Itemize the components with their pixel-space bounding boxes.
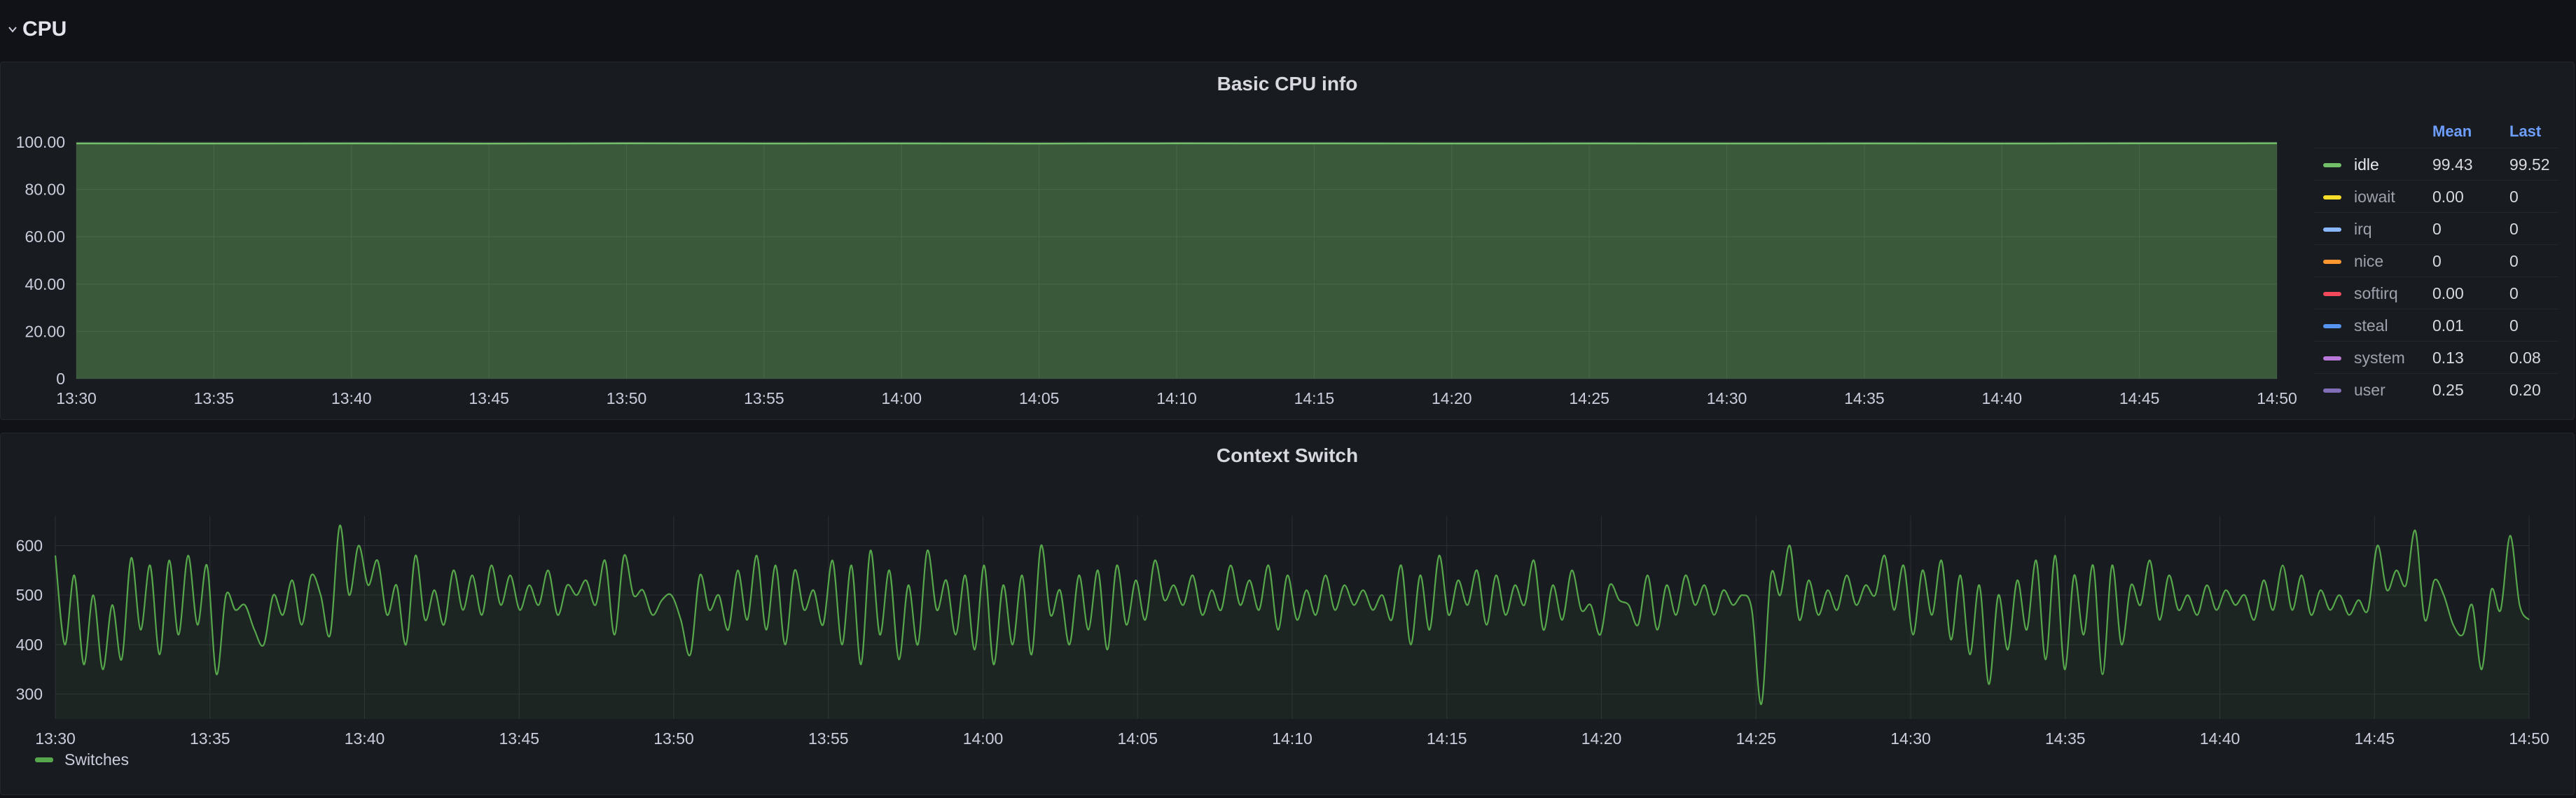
legend-series-name: irq <box>2354 220 2372 238</box>
x-tick-label: 14:30 <box>1890 729 1931 748</box>
x-tick-label: 13:30 <box>35 729 76 748</box>
legend-mean-value: 0.00 <box>2432 284 2464 302</box>
x-tick-label: 13:45 <box>499 729 539 748</box>
legend-row-softirq[interactable]: softirq 0.00 0 <box>2313 276 2558 309</box>
x-tick-label: 14:50 <box>2257 389 2297 407</box>
y-tick-label: 0 <box>56 370 65 388</box>
y-tick-label: 300 <box>16 685 43 704</box>
x-tick-label: 14:40 <box>2200 729 2241 748</box>
legend-label: Switches <box>64 750 130 769</box>
legend-mean-value: 0 <box>2432 252 2442 270</box>
legend-series-name: system <box>2354 349 2405 367</box>
legend-swatch <box>2323 356 2341 360</box>
legend-row-system[interactable]: system 0.13 0.08 <box>2313 341 2558 374</box>
legend-row-steal[interactable]: steal 0.01 0 <box>2313 309 2558 342</box>
legend-row-nice[interactable]: nice 0 0 <box>2313 244 2558 277</box>
x-tick-label: 13:45 <box>469 389 509 407</box>
panel-context-switch: Context Switch 300 400 500 600 13:30 13:35 13:… <box>0 433 2575 795</box>
legend-series-name: iowait <box>2354 188 2395 206</box>
y-tick-label: 600 <box>16 536 43 554</box>
panel-basic-cpu-info: Basic CPU info 0 20.00 40.00 60.00 80.00 100.… <box>0 62 2575 420</box>
legend-last-value: 0.08 <box>2509 349 2541 367</box>
legend-last-value: 0.20 <box>2509 381 2541 399</box>
x-tick-label: 13:50 <box>607 389 647 407</box>
legend-series-name: user <box>2354 381 2385 399</box>
x-tick-label: 14:45 <box>2119 389 2160 407</box>
x-tick-label: 14:35 <box>1844 389 1885 407</box>
legend-mean-value: 0.25 <box>2432 381 2464 399</box>
x-tick-label: 13:55 <box>744 389 784 407</box>
x-tick-label: 13:55 <box>808 729 849 748</box>
x-tick-label: 14:35 <box>2045 729 2086 748</box>
y-tick-label: 400 <box>16 636 43 654</box>
x-tick-label: 13:35 <box>194 389 235 407</box>
x-tick-label: 14:45 <box>2354 729 2395 748</box>
x-tick-label: 13:35 <box>190 729 230 748</box>
legend-swatch <box>2323 195 2341 200</box>
legend-header-last[interactable]: Last <box>2509 122 2541 141</box>
x-tick-label: 14:25 <box>1736 729 1776 748</box>
legend-series-name: nice <box>2354 252 2384 270</box>
y-tick-label: 60.00 <box>25 227 65 246</box>
context-switch-line-chart: 300 400 500 600 13:30 13:35 13:40 13:45 13:50 13:… <box>16 516 2549 748</box>
legend-mean-value: 0.00 <box>2432 188 2464 206</box>
legend-swatch <box>2323 388 2341 393</box>
x-tick-label: 13:30 <box>56 389 97 407</box>
legend-swatch <box>2323 324 2341 328</box>
x-tick-label: 14:30 <box>1707 389 1747 407</box>
legend-swatch <box>2323 260 2341 264</box>
y-tick-label: 500 <box>16 586 43 604</box>
y-tick-label: 40.00 <box>25 275 65 293</box>
legend-last-value: 0 <box>2509 220 2519 238</box>
legend-item-switches[interactable]: Switches <box>35 750 129 769</box>
legend-swatch <box>2323 163 2341 167</box>
legend-row-iowait[interactable]: iowait 0.00 0 <box>2313 180 2558 213</box>
y-tick-label: 100.00 <box>16 133 65 151</box>
legend-mean-value: 0.13 <box>2432 349 2464 367</box>
legend-last-value: 0 <box>2509 188 2519 206</box>
x-tick-label: 14:00 <box>881 389 922 407</box>
legend-swatch <box>2323 292 2341 296</box>
x-tick-label: 14:15 <box>1294 389 1335 407</box>
x-tick-label: 14:10 <box>1272 729 1313 748</box>
legend-last-value: 99.52 <box>2509 155 2550 174</box>
legend-mean-value: 99.43 <box>2432 155 2473 174</box>
chevron-down-icon[interactable] <box>6 22 20 36</box>
legend-last-value: 0 <box>2509 316 2519 335</box>
legend-mean-value: 0 <box>2432 220 2442 238</box>
legend-row-user[interactable]: user 0.25 0.20 <box>2313 373 2558 406</box>
row-title: CPU <box>22 18 67 41</box>
legend-last-value: 0 <box>2509 284 2519 302</box>
y-tick-label: 80.00 <box>25 181 65 199</box>
legend-row-idle[interactable]: idle 99.43 99.52 <box>2313 148 2558 181</box>
row-header-cpu[interactable]: CPU <box>0 0 2576 59</box>
x-tick-label: 14:50 <box>2509 729 2549 748</box>
legend-last-value: 0 <box>2509 252 2519 270</box>
x-tick-label: 14:10 <box>1156 389 1197 407</box>
cpu-area-chart: 0 20.00 40.00 60.00 80.00 100.00 13:30 13:35 13:… <box>16 133 2297 407</box>
legend-swatch <box>2323 227 2341 232</box>
x-tick-label: 14:15 <box>1427 729 1467 748</box>
x-tick-label: 14:20 <box>1432 389 1472 407</box>
x-tick-label: 14:25 <box>1569 389 1609 407</box>
x-tick-label: 14:20 <box>1581 729 1622 748</box>
legend-series-name: softirq <box>2354 284 2398 302</box>
x-tick-label: 14:05 <box>1019 389 1060 407</box>
legend-series-name: idle <box>2354 155 2379 174</box>
x-tick-label: 14:05 <box>1117 729 1158 748</box>
y-tick-label: 20.00 <box>25 322 65 340</box>
x-tick-label: 13:50 <box>653 729 694 748</box>
x-tick-label: 13:40 <box>345 729 385 748</box>
legend-header-mean[interactable]: Mean <box>2432 122 2472 141</box>
legend-series-name: steal <box>2354 316 2388 335</box>
legend-mean-value: 0.01 <box>2432 316 2464 335</box>
x-tick-label: 14:40 <box>1981 389 2022 407</box>
legend-swatch <box>35 757 53 762</box>
series-area-idle <box>76 143 2277 379</box>
x-tick-label: 13:40 <box>331 389 372 407</box>
x-tick-label: 14:00 <box>963 729 1004 748</box>
legend-row-irq[interactable]: irq 0 0 <box>2313 212 2558 245</box>
